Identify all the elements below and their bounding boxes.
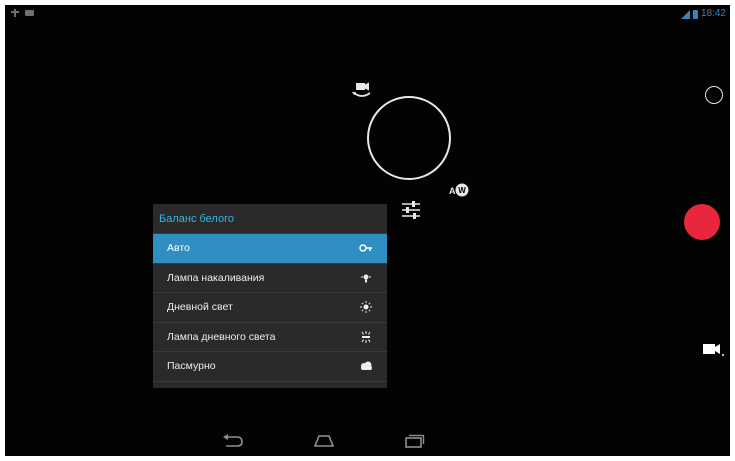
wb-option-label: Пасмурно (167, 360, 216, 373)
record-button[interactable] (684, 204, 720, 240)
switch-camera-icon[interactable] (351, 82, 373, 100)
svg-text:A: A (449, 186, 456, 196)
wb-option-cloudy[interactable]: Пасмурно (153, 352, 387, 382)
sun-icon (359, 301, 373, 314)
wb-option-label: Лампа дневного света (167, 330, 276, 343)
home-icon[interactable] (312, 432, 336, 450)
thumbnail-ring[interactable] (705, 86, 723, 104)
video-camera-icon[interactable] (702, 341, 724, 357)
signal-icon (680, 9, 690, 19)
wb-option-daylight[interactable]: Дневной свет (153, 293, 387, 323)
cloud-icon (359, 360, 373, 372)
wb-option-auto[interactable]: Авто (153, 234, 387, 264)
recents-icon[interactable] (403, 432, 427, 450)
svg-text:W: W (458, 186, 466, 195)
white-balance-menu: Баланс белого Авто Лампа накаливания Дне… (153, 204, 387, 388)
wb-option-incandescent[interactable]: Лампа накаливания (153, 264, 387, 293)
white-balance-list: Авто Лампа накаливания Дневной свет Ламп… (153, 234, 387, 382)
camera-screen: 18:42 A W Баланс белого Авто Лампа накал… (5, 5, 730, 456)
fluorescent-icon (359, 330, 373, 343)
navigation-bar (5, 428, 730, 456)
focus-ring[interactable] (367, 96, 451, 180)
usb-icon (11, 9, 19, 17)
battery-icon (692, 9, 698, 19)
incandescent-icon (359, 272, 373, 284)
auto-wb-icon (359, 242, 373, 254)
status-bar: 18:42 (5, 5, 730, 23)
notification-icon (25, 10, 34, 16)
back-icon[interactable] (221, 432, 245, 450)
white-balance-auto-icon[interactable]: A W (448, 179, 470, 201)
status-clock: 18:42 (700, 8, 726, 19)
white-balance-title: Баланс белого (153, 204, 387, 234)
settings-sliders-icon[interactable] (399, 199, 423, 221)
wb-option-label: Авто (167, 242, 190, 255)
wb-option-label: Дневной свет (167, 301, 233, 314)
wb-option-label: Лампа накаливания (167, 271, 265, 284)
wb-option-fluorescent[interactable]: Лампа дневного света (153, 323, 387, 352)
